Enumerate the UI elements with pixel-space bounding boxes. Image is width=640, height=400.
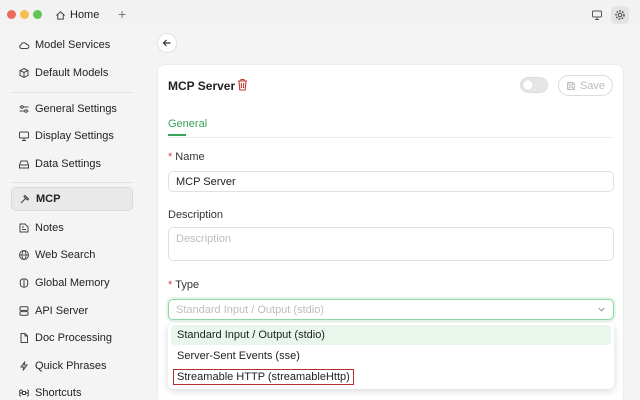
type-select-value: Standard Input / Output (stdio) [176,303,324,316]
arrow-left-icon [162,39,171,47]
sidebar-divider [11,92,133,93]
notes-icon [19,223,29,233]
sidebar-item-default-models[interactable]: Default Models [11,61,133,85]
tab-home-label: Home [70,9,100,21]
type-option-sse[interactable]: Server-Sent Events (sse) [171,346,611,366]
description-textarea[interactable]: Description [168,227,614,261]
mcp-server-card: MCP Server Save General * Name MCP Server… [157,64,624,400]
settings-sidebar: Model Services Default Models General Se… [0,30,145,400]
type-option-streamable-http-label: Streamable HTTP (streamableHttp) [173,369,354,385]
sidebar-item-quick-phrases[interactable]: Quick Phrases [11,354,133,378]
delete-trash-icon[interactable] [237,78,248,94]
sidebar-item-label: Web Search [35,249,96,261]
sidebar-item-label: Doc Processing [35,332,113,344]
sidebar-item-web-search[interactable]: Web Search [11,243,133,267]
command-icon [19,389,29,397]
minimize-window-button[interactable] [20,10,29,19]
description-label: Description [168,209,224,221]
cloud-icon [19,42,30,49]
required-marker: * [168,279,173,291]
server-title: MCP Server [168,79,236,93]
save-icon [567,81,575,90]
back-button[interactable] [157,33,177,53]
hard-drive-icon [19,160,29,169]
file-icon [20,333,28,343]
sidebar-item-label: Display Settings [35,130,114,142]
sidebar-item-label: Notes [35,222,64,234]
sidebar-item-doc-processing[interactable]: Doc Processing [11,326,133,350]
home-icon [56,10,65,20]
sidebar-item-label: Model Services [35,39,111,51]
sidebar-item-general-settings[interactable]: General Settings [11,97,133,121]
new-tab-button[interactable]: + [118,6,126,22]
required-marker: * [168,151,173,163]
brain-icon [19,278,29,288]
sidebar-item-label: Data Settings [35,158,102,170]
tab-divider [168,137,614,138]
sidebar-item-global-memory[interactable]: Global Memory [11,271,133,295]
lightning-icon [20,361,28,371]
sidebar-item-label: MCP [36,193,61,205]
cube-icon [19,67,29,79]
tab-home[interactable]: Home [55,7,99,23]
sidebar-item-shortcuts[interactable]: Shortcuts [11,381,133,400]
name-label-text: Name [175,151,205,163]
chevron-down-icon [598,307,605,312]
name-input[interactable]: MCP Server [168,171,614,192]
sidebar-item-model-services[interactable]: Model Services [11,33,133,57]
hammer-icon [20,194,30,204]
sidebar-item-label: General Settings [35,103,117,115]
sliders-icon [19,105,29,113]
tab-general[interactable]: General [168,118,207,130]
sidebar-item-label: Quick Phrases [35,360,107,372]
type-option-stdio[interactable]: Standard Input / Output (stdio) [171,325,611,345]
sidebar-divider [11,182,133,183]
sidebar-item-api-server[interactable]: API Server [11,299,133,323]
sidebar-item-notes[interactable]: Notes [11,216,133,240]
sidebar-item-label: API Server [35,305,89,317]
sidebar-item-data-settings[interactable]: Data Settings [11,152,133,176]
monitor-icon[interactable] [588,6,606,24]
type-option-streamable-http[interactable]: Streamable HTTP (streamableHttp) [171,367,611,387]
close-window-button[interactable] [7,10,16,19]
server-enable-toggle[interactable] [520,77,548,93]
title-bar: Home + [0,0,640,30]
monitor-icon [19,131,29,141]
save-button[interactable]: Save [558,75,613,96]
sidebar-item-label: Default Models [35,67,109,79]
settings-gear-icon[interactable] [611,6,629,24]
sidebar-item-label: Global Memory [35,277,110,289]
tab-active-indicator [168,134,186,136]
type-dropdown-menu: Standard Input / Output (stdio) Server-S… [168,323,614,389]
sidebar-item-label: Shortcuts [35,387,82,399]
save-button-label: Save [579,79,606,92]
type-label: * Type [168,279,199,291]
type-select[interactable]: Standard Input / Output (stdio) [168,299,614,320]
sidebar-item-display-settings[interactable]: Display Settings [11,124,133,148]
server-icon [19,306,29,316]
name-label: * Name [168,151,205,163]
globe-icon [19,250,29,260]
type-label-text: Type [175,279,200,291]
sidebar-item-mcp[interactable]: MCP [11,187,133,211]
maximize-window-button[interactable] [33,10,42,19]
